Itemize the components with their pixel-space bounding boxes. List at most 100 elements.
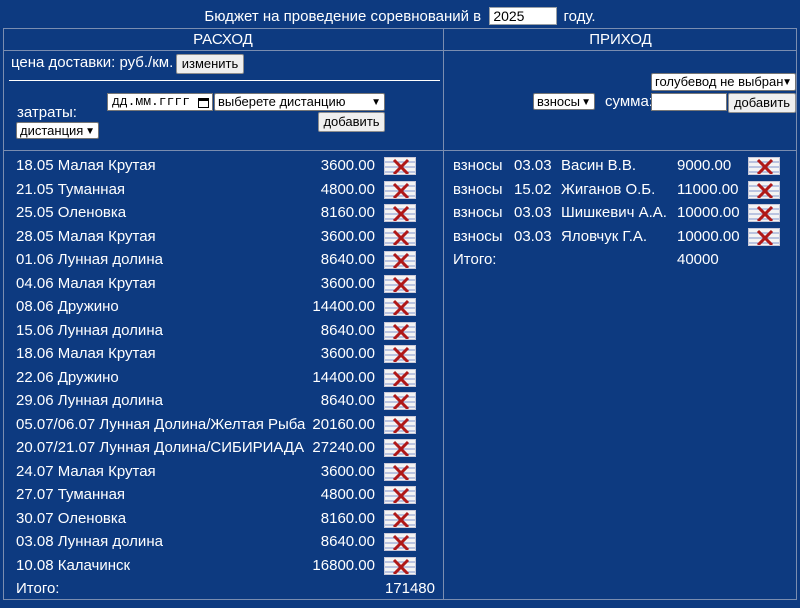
delete-income-button[interactable] <box>748 228 780 246</box>
delete-expense-button[interactable] <box>384 439 416 457</box>
delete-x-icon <box>385 511 415 527</box>
add-income-button[interactable]: добавить <box>728 93 796 113</box>
form-divider <box>3 150 797 151</box>
income-heading: ПРИХОД <box>589 31 652 48</box>
change-price-button[interactable]: изменить <box>176 54 244 74</box>
delete-income-button[interactable] <box>748 204 780 222</box>
expense-amount: 8640.00 <box>320 322 375 339</box>
income-name: Васин В.В. <box>561 157 637 174</box>
cost-type-select[interactable]: дистанция ▼ <box>16 122 99 139</box>
expense-row: 18.06 Малая Крутая 3600.00 <box>16 344 436 364</box>
delete-expense-button[interactable] <box>384 486 416 504</box>
distance-select[interactable]: выберете дистанцию ▼ <box>214 93 385 111</box>
delete-x-icon <box>385 487 415 503</box>
expense-description: 18.05 Малая Крутая <box>16 157 156 174</box>
expense-amount: 3600.00 <box>320 275 375 292</box>
income-date: 03.03 <box>514 228 552 245</box>
delete-expense-button[interactable] <box>384 463 416 481</box>
delete-expense-button[interactable] <box>384 275 416 293</box>
expense-description: 30.07 Оленовка <box>16 510 127 527</box>
expense-description: 27.07 Туманная <box>16 486 126 503</box>
expense-amount: 8160.00 <box>320 204 375 221</box>
delete-expense-button[interactable] <box>384 251 416 269</box>
delete-expense-button[interactable] <box>384 369 416 387</box>
delete-x-icon <box>749 229 779 245</box>
delivery-price-label: цена доставки: руб./км. <box>11 54 174 71</box>
sum-input[interactable] <box>651 93 727 111</box>
delete-x-icon <box>385 205 415 221</box>
delete-expense-button[interactable] <box>384 157 416 175</box>
expense-row: 29.06 Лунная долина 8640.00 <box>16 391 436 411</box>
expense-amount: 14400.00 <box>312 369 375 386</box>
expense-amount: 8160.00 <box>320 510 375 527</box>
delete-income-button[interactable] <box>748 157 780 175</box>
costs-label: затраты: <box>17 104 77 121</box>
delete-x-icon <box>385 558 415 574</box>
expense-description: 01.06 Лунная долина <box>16 251 163 268</box>
income-type: взносы <box>453 157 503 174</box>
calendar-icon[interactable] <box>198 97 209 108</box>
title-prefix: Бюджет на проведение соревнований в <box>204 8 482 25</box>
pigeon-owner-select[interactable]: голубевод не выбран ▼ <box>651 73 796 91</box>
expense-heading: РАСХОД <box>193 31 253 48</box>
chevron-down-icon: ▼ <box>85 126 95 137</box>
income-name: Шишкевич А.А. <box>561 204 667 221</box>
expense-description: 04.06 Малая Крутая <box>16 275 156 292</box>
income-row: взносы 03.03 Яловчук Г.А. 10000.00 <box>453 227 783 247</box>
chevron-down-icon: ▼ <box>581 97 591 108</box>
year-input[interactable]: 2025 <box>489 7 558 26</box>
expense-form-separator <box>9 80 440 81</box>
income-total-value: 40000 <box>677 251 719 268</box>
delete-expense-button[interactable] <box>384 204 416 222</box>
delete-x-icon <box>385 346 415 362</box>
expense-row: 21.05 Туманная 4800.00 <box>16 180 436 200</box>
expense-description: 22.06 Дружино <box>16 369 119 386</box>
delete-x-icon <box>385 229 415 245</box>
cost-type-select-value: дистанция <box>20 123 84 138</box>
sum-label: сумма: <box>605 93 653 110</box>
expense-total-value: 171480 <box>384 580 435 597</box>
delete-expense-button[interactable] <box>384 533 416 551</box>
income-row: взносы 03.03 Васин В.В. 9000.00 <box>453 156 783 176</box>
delete-expense-button[interactable] <box>384 228 416 246</box>
income-amount: 10000.00 <box>677 228 740 245</box>
expense-amount: 14400.00 <box>312 298 375 315</box>
delete-x-icon <box>385 417 415 433</box>
date-placeholder: дд.мм.гггг <box>112 94 191 109</box>
delete-expense-button[interactable] <box>384 557 416 575</box>
delete-expense-button[interactable] <box>384 181 416 199</box>
expense-row: 25.05 Оленовка 8160.00 <box>16 203 436 223</box>
expense-row: 18.05 Малая Крутая 3600.00 <box>16 156 436 176</box>
expense-amount: 27240.00 <box>312 439 375 456</box>
income-date: 03.03 <box>514 204 552 221</box>
expense-row: 24.07 Малая Крутая 3600.00 <box>16 462 436 482</box>
expense-row: 10.08 Калачинск 16800.00 <box>16 556 436 576</box>
income-total-label: Итого: <box>453 251 497 268</box>
expense-row: 15.06 Лунная долина 8640.00 <box>16 321 436 341</box>
delete-x-icon <box>385 440 415 456</box>
expense-row: 28.05 Малая Крутая 3600.00 <box>16 227 436 247</box>
expense-description: 10.08 Калачинск <box>16 557 131 574</box>
page-title: Бюджет на проведение соревнований в 2025… <box>0 6 800 28</box>
income-type: взносы <box>453 204 503 221</box>
date-input[interactable]: дд.мм.гггг <box>107 93 213 111</box>
delete-expense-button[interactable] <box>384 416 416 434</box>
expense-description: 24.07 Малая Крутая <box>16 463 156 480</box>
delete-expense-button[interactable] <box>384 298 416 316</box>
header-divider <box>3 50 797 51</box>
delete-expense-button[interactable] <box>384 345 416 363</box>
income-type-select[interactable]: взносы ▼ <box>533 93 595 110</box>
delete-expense-button[interactable] <box>384 392 416 410</box>
delete-expense-button[interactable] <box>384 510 416 528</box>
delete-expense-button[interactable] <box>384 322 416 340</box>
add-expense-button[interactable]: добавить <box>318 112 385 132</box>
income-type: взносы <box>453 228 503 245</box>
delete-x-icon <box>385 534 415 550</box>
distance-select-value: выберете дистанцию <box>218 94 346 109</box>
delete-income-button[interactable] <box>748 181 780 199</box>
expense-amount: 4800.00 <box>320 486 375 503</box>
expense-row: 27.07 Туманная 4800.00 <box>16 485 436 505</box>
delete-x-icon <box>385 252 415 268</box>
expense-amount: 3600.00 <box>320 463 375 480</box>
expense-row: 08.06 Дружино 14400.00 <box>16 297 436 317</box>
